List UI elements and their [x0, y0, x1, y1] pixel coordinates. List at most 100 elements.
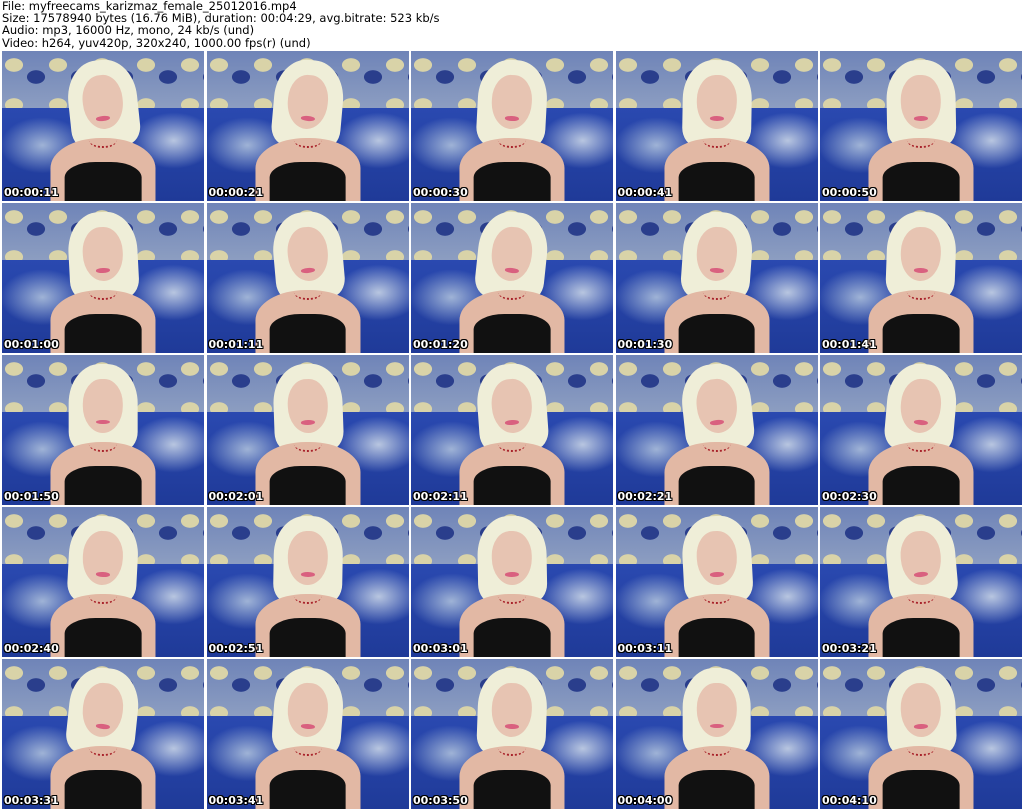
- person-necklace: [293, 132, 322, 148]
- person-lips: [913, 267, 929, 273]
- thumbnail-frame: 00:03:41: [206, 659, 409, 809]
- person-top: [269, 466, 346, 505]
- person-top: [882, 162, 960, 201]
- person-necklace: [906, 588, 936, 604]
- thumbnail-timestamp: 00:00:11: [4, 186, 59, 199]
- thumbnail-frame: 00:03:21: [820, 507, 1022, 657]
- thumbnail-frame: 00:01:00: [2, 203, 204, 353]
- person-top: [269, 770, 346, 809]
- person-necklace: [88, 436, 118, 452]
- thumbnail-timestamp: 00:01:11: [208, 338, 264, 351]
- person-lips: [709, 723, 724, 728]
- person-necklace: [906, 132, 936, 148]
- thumbnail-timestamp: 00:00:50: [822, 186, 877, 199]
- person-necklace: [702, 436, 731, 452]
- thumbnail-frame: 00:02:11: [411, 355, 613, 505]
- thumbnail-timestamp: 00:03:31: [4, 794, 59, 807]
- person-lips: [913, 570, 929, 577]
- person-top: [64, 618, 142, 657]
- person-necklace: [293, 588, 322, 604]
- thumbnail-frame: 00:01:11: [206, 203, 409, 353]
- thumbnail-grid: 00:00:11 00:00:21 00:00:30 00:00:41 00:00:50…: [2, 51, 1022, 809]
- thumbnail-frame: 00:01:20: [411, 203, 613, 353]
- person-necklace: [497, 588, 527, 604]
- thumbnail-timestamp: 00:03:01: [413, 642, 468, 655]
- person-lips: [709, 571, 724, 577]
- thumbnail-frame: 00:00:41: [615, 51, 818, 201]
- thumbnail-frame: 00:00:21: [206, 51, 409, 201]
- thumbnail-frame: 00:03:01: [411, 507, 613, 657]
- person-lips: [504, 419, 520, 425]
- person-lips: [709, 115, 724, 121]
- person-lips: [504, 571, 520, 577]
- thumbnail-timestamp: 00:00:30: [413, 186, 468, 199]
- person-lips: [95, 571, 111, 577]
- thumbnail-frame: 00:03:31: [2, 659, 204, 809]
- person-top: [473, 162, 551, 201]
- person-necklace: [293, 740, 322, 756]
- person-necklace: [88, 740, 118, 756]
- thumbnail-frame: 00:01:41: [820, 203, 1022, 353]
- person-top: [678, 618, 755, 657]
- thumbnail-frame: 00:01:50: [2, 355, 204, 505]
- person-top: [882, 618, 960, 657]
- thumbnail-timestamp: 00:04:10: [822, 794, 877, 807]
- person-lips: [913, 115, 929, 121]
- thumbnail-timestamp: 00:03:50: [413, 794, 468, 807]
- person-top: [678, 162, 755, 201]
- video-info: h264, yuv420p, 320x240, 1000.00 fps(r) (…: [41, 35, 311, 50]
- thumbnail-timestamp: 00:00:21: [208, 186, 264, 199]
- person-lips: [913, 723, 929, 729]
- thumbnail-frame: 00:02:30: [820, 355, 1022, 505]
- person-top: [64, 770, 142, 809]
- person-lips: [95, 419, 111, 424]
- person-necklace: [702, 284, 731, 300]
- thumbnail-timestamp: 00:01:00: [4, 338, 59, 351]
- person-face: [82, 379, 124, 433]
- thumbnail-frame: 00:03:50: [411, 659, 613, 809]
- person-top: [678, 770, 755, 809]
- person-top: [269, 618, 346, 657]
- thumbnail-timestamp: 00:01:20: [413, 338, 468, 351]
- person-lips: [300, 723, 315, 729]
- person-lips: [709, 267, 724, 273]
- thumbnail-frame: 00:00:30: [411, 51, 613, 201]
- person-necklace: [702, 588, 731, 604]
- person-necklace: [702, 740, 731, 756]
- person-top: [64, 466, 142, 505]
- thumbnail-timestamp: 00:02:30: [822, 490, 877, 503]
- thumbnail-frame: 00:00:50: [820, 51, 1022, 201]
- person-top: [678, 466, 755, 505]
- thumbnail-frame: 00:04:10: [820, 659, 1022, 809]
- person-necklace: [906, 436, 936, 452]
- person-top: [64, 314, 142, 353]
- person-top: [882, 770, 960, 809]
- thumbnail-frame: 00:02:01: [206, 355, 409, 505]
- thumbnail-frame: 00:00:11: [2, 51, 204, 201]
- person-lips: [300, 419, 315, 425]
- person-necklace: [293, 436, 322, 452]
- person-top: [678, 314, 755, 353]
- person-top: [269, 162, 346, 201]
- thumbnail-frame: 00:02:51: [206, 507, 409, 657]
- person-lips: [95, 267, 111, 273]
- thumbnail-timestamp: 00:02:21: [617, 490, 673, 503]
- person-top: [473, 466, 551, 505]
- person-necklace: [497, 436, 527, 452]
- person-top: [473, 770, 551, 809]
- person-necklace: [497, 284, 527, 300]
- thumbnail-timestamp: 00:01:41: [822, 338, 877, 351]
- person-lips: [504, 723, 520, 729]
- thumbnail-timestamp: 00:01:30: [617, 338, 673, 351]
- person-necklace: [906, 284, 936, 300]
- thumbnail-timestamp: 00:03:41: [208, 794, 264, 807]
- thumbnail-frame: 00:02:40: [2, 507, 204, 657]
- video-label: Video:: [2, 35, 39, 50]
- thumbnail-frame: 00:01:30: [615, 203, 818, 353]
- person-necklace: [906, 740, 936, 756]
- file-info-header: File: myfreecams_karizmaz_female_2501201…: [2, 0, 1022, 50]
- thumbnail-timestamp: 00:00:41: [617, 186, 673, 199]
- person-face: [696, 683, 737, 737]
- person-necklace: [88, 588, 118, 604]
- person-top: [882, 466, 960, 505]
